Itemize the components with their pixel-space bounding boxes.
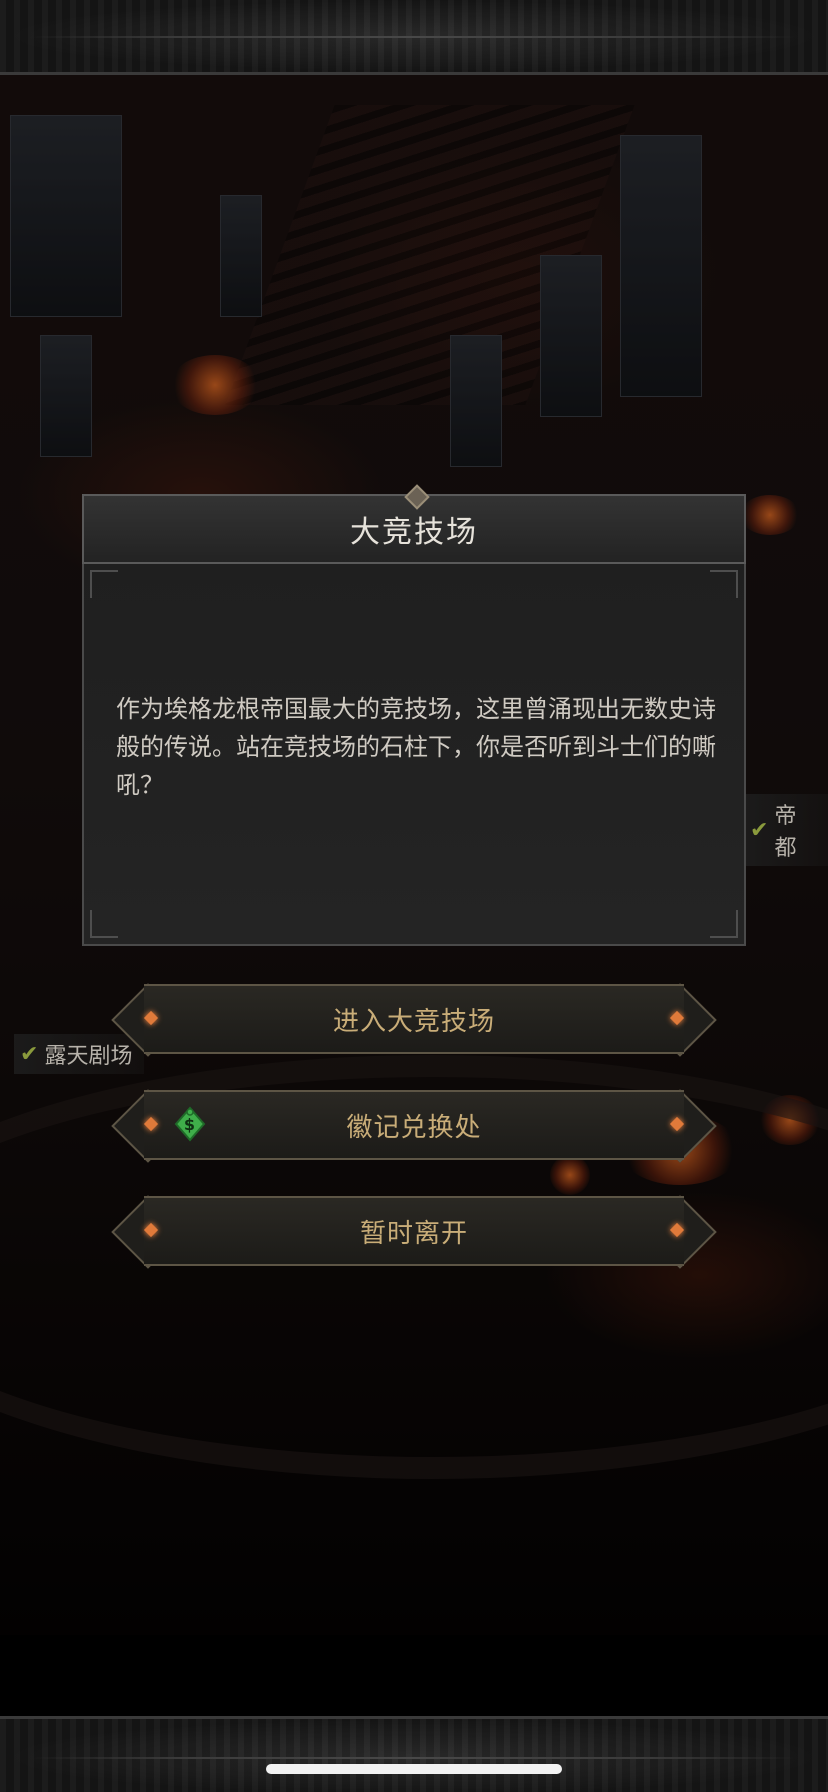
check-icon: ✔ (20, 1041, 39, 1067)
emblem-exchange-button[interactable]: $ 徽记兑换处 (111, 1089, 717, 1163)
corner-ornament-icon (710, 570, 738, 598)
bottom-dark-area (0, 1635, 828, 1716)
map-location-imperial-capital[interactable]: ✔ 帝都 (744, 794, 828, 866)
dialog-description: 作为埃格龙根帝国最大的竞技场，这里曾涌现出无数史诗般的传说。站在竞技场的石柱下，… (116, 695, 716, 799)
map-location-amphitheater[interactable]: ✔ 露天剧场 (14, 1034, 145, 1074)
money-bag-icon: $ (174, 1106, 206, 1142)
bottom-ornate-bar (0, 1716, 828, 1792)
location-dialog: 大竞技场 作为埃格龙根帝国最大的竞技场，这里曾涌现出无数史诗般的传说。站在竞技场… (82, 484, 746, 946)
game-screen: ✔ 帝都 ✔ 露天剧场 大竞技场 作为埃格龙根帝国最大的竞技场，这里曾涌现出无数… (0, 0, 828, 1792)
button-label: 暂时离开 (359, 1218, 468, 1249)
leave-button[interactable]: 暂时离开 (111, 1195, 717, 1269)
dialog-title: 大竞技场 (350, 515, 478, 550)
enter-arena-button[interactable]: 进入大竞技场 (111, 983, 717, 1057)
button-label: 进入大竞技场 (332, 1006, 495, 1037)
dialog-header: 大竞技场 (82, 484, 746, 564)
home-indicator[interactable] (266, 1764, 562, 1774)
button-label: 徽记兑换处 (346, 1112, 482, 1143)
svg-text:$: $ (184, 1115, 196, 1134)
corner-ornament-icon (710, 910, 738, 938)
map-location-label: 露天剧场 (44, 1044, 133, 1069)
corner-ornament-icon (90, 570, 118, 598)
corner-ornament-icon (90, 910, 118, 938)
top-ornate-bar (0, 0, 828, 75)
map-location-label: 帝都 (774, 804, 797, 861)
dialog-body: 作为埃格龙根帝国最大的竞技场，这里曾涌现出无数史诗般的传说。站在竞技场的石柱下，… (82, 564, 746, 946)
check-icon: ✔ (750, 817, 769, 843)
